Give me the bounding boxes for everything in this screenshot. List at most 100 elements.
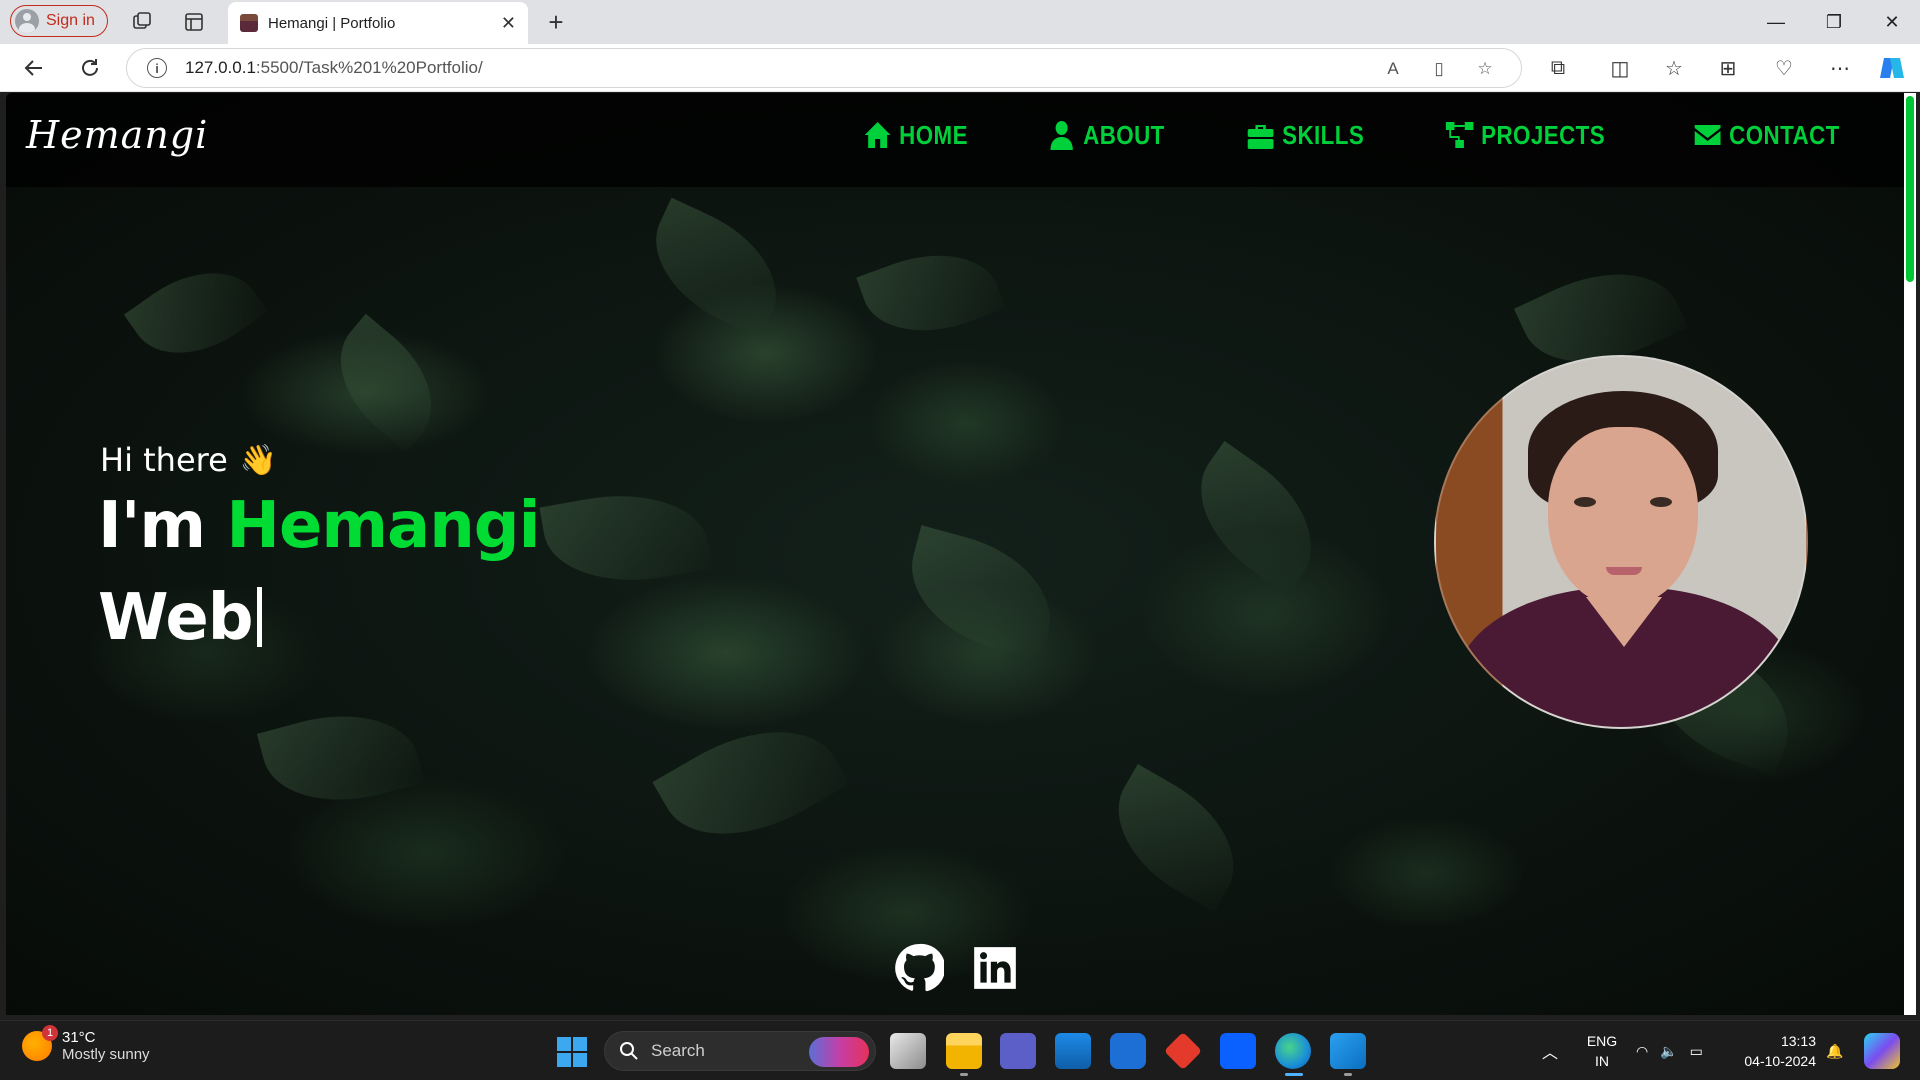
profile-photo — [1434, 355, 1808, 729]
immersive-reader-icon[interactable]: ▯ — [1427, 57, 1451, 81]
collections-icon[interactable]: ⊞ — [1714, 54, 1742, 82]
toolbox-icon — [1247, 125, 1274, 149]
address-bar[interactable]: i 127.0.0.1:5500/Task%201%20Portfolio/ A… — [126, 48, 1522, 88]
onedrive-icon[interactable] — [1110, 1033, 1146, 1069]
close-tab-icon[interactable]: ✕ — [501, 13, 516, 34]
leaf-decoration — [856, 233, 1006, 353]
task-view-icon[interactable] — [890, 1033, 926, 1069]
waving-hand-icon: 👋 — [239, 442, 278, 478]
project-diagram-icon — [1446, 122, 1474, 148]
new-tab-button[interactable]: + — [540, 6, 572, 38]
sun-icon: 1 — [22, 1025, 58, 1061]
leaf-decoration — [652, 697, 850, 869]
edge-icon[interactable] — [1275, 1033, 1311, 1069]
running-indicator — [960, 1073, 968, 1076]
wifi-icon: ◠ — [1636, 1042, 1649, 1059]
typed-text: Web — [98, 581, 254, 655]
copilot-taskbar-icon[interactable] — [1864, 1033, 1900, 1069]
leaf-decoration — [1092, 764, 1260, 912]
notification-badge: 1 — [42, 1025, 58, 1041]
restore-button[interactable]: ❐ — [1806, 0, 1862, 44]
taskbar-search[interactable]: Search — [604, 1031, 876, 1071]
url-text: 127.0.0.1:5500/Task%201%20Portfolio/ — [185, 58, 483, 77]
address-toolbar: i 127.0.0.1:5500/Task%201%20Portfolio/ A… — [0, 44, 1920, 92]
start-button[interactable] — [557, 1037, 587, 1067]
site-info-icon[interactable]: i — [147, 58, 167, 78]
site-header: Hemangi Home About Skills Projects Conta… — [6, 93, 1904, 187]
system-tray[interactable]: ◠ 🔈 ▭ — [1636, 1021, 1703, 1080]
profile-eye — [1650, 497, 1672, 507]
nav-contact[interactable]: Contact — [1693, 119, 1840, 151]
teams-icon[interactable] — [1000, 1033, 1036, 1069]
leaf-decoration — [314, 313, 458, 453]
split-screen-icon[interactable]: ◫ — [1606, 54, 1634, 82]
nav-contact-label: Contact — [1729, 119, 1841, 150]
leaf-decoration — [633, 197, 799, 339]
linkedin-link[interactable] — [970, 943, 1020, 998]
clock-date: 04-10-2024 — [1744, 1053, 1816, 1069]
lang-secondary: IN — [1595, 1053, 1609, 1069]
nav-skills-label: Skills — [1281, 119, 1364, 150]
battery-icon: ▭ — [1689, 1042, 1703, 1059]
main-nav: Home About Skills Projects Contact — [863, 119, 1864, 151]
extensions-icon[interactable]: ⧉ — [1544, 54, 1572, 82]
notifications-icon[interactable]: 🔔 — [1826, 1021, 1843, 1080]
clock[interactable]: 13:13 04-10-2024 — [1738, 1031, 1816, 1071]
favorites-icon[interactable]: ☆ — [1660, 54, 1688, 82]
user-icon — [1050, 121, 1073, 150]
clock-time: 13:13 — [1780, 1033, 1816, 1049]
nav-home[interactable]: Home — [863, 119, 968, 151]
browser-tab-bar: Sign in Hemangi | Portfolio ✕ + — ❐ ✕ — [0, 0, 1920, 44]
workspaces-icon[interactable] — [128, 8, 156, 36]
profile-icon — [15, 9, 39, 33]
scrollbar-thumb[interactable] — [1906, 96, 1914, 282]
nav-about-label: About — [1082, 119, 1165, 150]
running-indicator — [1344, 1073, 1352, 1076]
search-icon — [620, 1042, 638, 1060]
profile-eye — [1574, 497, 1596, 507]
weather-widget[interactable]: 1 31°C Mostly sunny — [22, 1025, 150, 1063]
favorite-star-icon[interactable]: ☆ — [1473, 57, 1497, 81]
dropbox-icon[interactable] — [1220, 1033, 1256, 1069]
volume-icon: 🔈 — [1660, 1042, 1678, 1059]
show-hidden-icons[interactable]: ︿ — [1542, 1021, 1558, 1080]
input-language[interactable]: ENG IN — [1584, 1031, 1620, 1071]
leaf-decoration — [123, 245, 269, 381]
copilot-icon[interactable] — [1878, 54, 1906, 82]
file-explorer-icon[interactable] — [946, 1033, 982, 1069]
sign-in-button[interactable]: Sign in — [10, 5, 108, 37]
nav-about[interactable]: About — [1047, 119, 1165, 151]
tab-favicon — [240, 14, 258, 32]
hero-intro: I'm Hemangi — [98, 489, 541, 563]
github-link[interactable] — [894, 943, 946, 998]
nav-skills[interactable]: Skills — [1246, 119, 1364, 151]
hero-greeting: Hi there 👋 — [100, 441, 277, 479]
close-window-button[interactable]: ✕ — [1864, 0, 1920, 44]
github-icon — [895, 943, 946, 992]
linkedin-icon — [974, 947, 1016, 989]
profile-mouth — [1606, 567, 1642, 575]
vscode-icon[interactable] — [1330, 1033, 1366, 1069]
refresh-icon[interactable] — [76, 54, 104, 82]
tab-title: Hemangi | Portfolio — [268, 14, 396, 32]
mail-icon[interactable] — [1055, 1033, 1091, 1069]
read-aloud-icon[interactable]: A — [1381, 57, 1405, 81]
leaf-decoration — [1172, 440, 1340, 596]
weather-temp: 31°C — [62, 1029, 96, 1046]
weather-desc: Mostly sunny — [62, 1046, 150, 1063]
nav-projects[interactable]: Projects — [1445, 119, 1605, 151]
browser-essentials-icon[interactable]: ♡ — [1770, 54, 1798, 82]
minimize-button[interactable]: — — [1748, 0, 1804, 44]
search-highlight-art — [809, 1037, 869, 1067]
site-logo[interactable]: Hemangi — [26, 113, 208, 157]
active-tab[interactable]: Hemangi | Portfolio ✕ — [228, 2, 528, 44]
back-icon[interactable] — [20, 54, 48, 82]
windows-taskbar: 1 31°C Mostly sunny Search ︿ ENG IN ◠ 🔈 … — [0, 1020, 1920, 1080]
more-options-icon[interactable]: ⋯ — [1826, 54, 1854, 82]
lang-primary: ENG — [1586, 1033, 1618, 1049]
typing-cursor — [256, 587, 262, 647]
intro-name: Hemangi — [226, 489, 540, 563]
app-red-diamond-icon[interactable] — [1163, 1031, 1203, 1071]
envelope-icon — [1695, 125, 1721, 145]
vertical-tabs-icon[interactable] — [180, 8, 208, 36]
